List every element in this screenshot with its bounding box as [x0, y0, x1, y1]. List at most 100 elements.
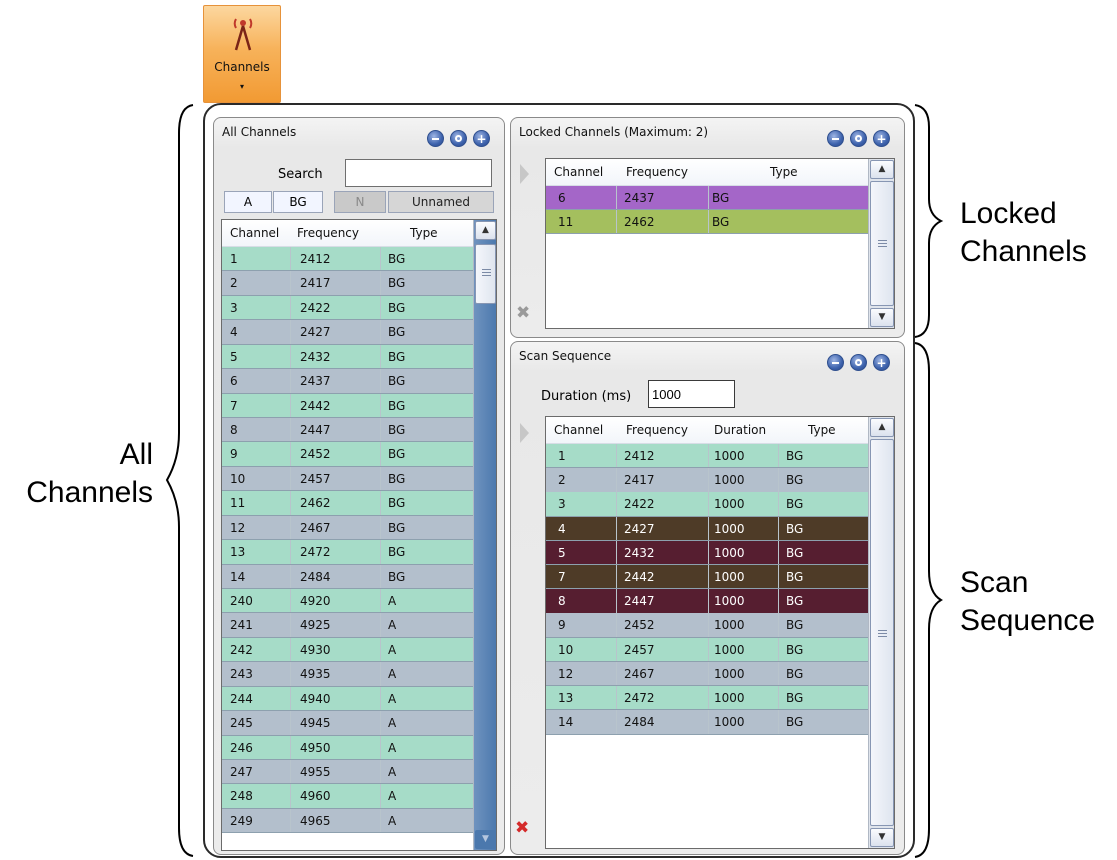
filter-a-toggle[interactable]: A — [224, 191, 272, 213]
table-row[interactable]: 12 2467 1000 BG — [546, 661, 868, 687]
table-row[interactable]: 5 2432 1000 BG — [546, 540, 868, 566]
search-label: Search — [278, 167, 323, 182]
table-row[interactable]: 1 2412 BG — [222, 247, 473, 272]
remove-icon[interactable]: ✖ — [516, 303, 530, 323]
table-cell: 7 — [230, 398, 238, 413]
table-cell: 6 — [230, 374, 238, 389]
filter-n-toggle[interactable]: N — [334, 191, 386, 213]
channels-label: Channels — [214, 60, 270, 74]
table-cell: A — [388, 642, 397, 657]
table-row[interactable]: 9 2452 1000 BG — [546, 613, 868, 638]
scroll-thumb[interactable] — [475, 244, 496, 304]
play-icon[interactable] — [520, 164, 529, 184]
add-icon[interactable]: + — [473, 130, 490, 147]
table-row[interactable]: 11 2462 BG — [546, 210, 868, 235]
table-cell: A — [388, 618, 397, 633]
table-cell: 14 — [230, 569, 246, 584]
minimize-icon[interactable] — [827, 130, 844, 147]
scrollbar[interactable]: ▲ ▼ — [868, 417, 894, 848]
scroll-thumb[interactable] — [870, 181, 894, 306]
table-cell: BG — [786, 666, 804, 681]
table-cell: 2427 — [300, 325, 331, 340]
table-row[interactable]: 9 2452 BG — [222, 442, 473, 467]
table-row[interactable]: 248 4960 A — [222, 784, 473, 809]
table-row[interactable]: 3 2422 BG — [222, 295, 473, 321]
table-cell: 2472 — [624, 691, 655, 705]
table-row[interactable]: 12 2467 BG — [222, 515, 473, 541]
antenna-icon — [233, 18, 253, 51]
add-icon[interactable]: + — [873, 130, 890, 147]
table-row[interactable]: 5 2432 BG — [222, 344, 473, 370]
table-cell: 8 — [230, 423, 238, 437]
remove-icon[interactable]: ✖ — [515, 818, 529, 838]
table-cell: 2422 — [624, 497, 655, 512]
filter-bg-toggle[interactable]: BG — [273, 191, 323, 213]
scroll-up-button[interactable]: ▲ — [475, 221, 496, 240]
restore-icon[interactable] — [850, 130, 867, 147]
table-row[interactable]: 14 2484 1000 BG — [546, 710, 868, 735]
duration-input[interactable] — [648, 380, 735, 408]
table-row[interactable]: 6 2437 BG — [546, 186, 868, 211]
table-row[interactable]: 245 4945 A — [222, 711, 473, 736]
minimize-icon[interactable] — [427, 130, 444, 147]
annotation-line: Sequence — [960, 604, 1096, 637]
table-row[interactable]: 7 2442 BG — [222, 393, 473, 418]
table-header: Channel Frequency Duration Type — [546, 417, 868, 444]
table-row[interactable]: 243 4935 A — [222, 662, 473, 687]
left-brace — [165, 104, 194, 857]
table-row[interactable]: 10 2457 1000 BG — [546, 637, 868, 662]
scroll-down-button[interactable]: ▼ — [475, 830, 496, 849]
table-cell: BG — [786, 715, 804, 730]
table-row[interactable]: 10 2457 BG — [222, 466, 473, 492]
table-row[interactable]: 3 2422 1000 BG — [546, 492, 868, 517]
table-cell: 247 — [230, 765, 253, 780]
table-cell: 2447 — [624, 594, 655, 609]
table-cell: 2442 — [300, 398, 331, 413]
scroll-thumb[interactable] — [870, 439, 894, 826]
minimize-icon[interactable] — [827, 354, 844, 371]
restore-icon[interactable] — [450, 130, 467, 147]
table-row[interactable]: 247 4955 A — [222, 760, 473, 785]
play-icon[interactable] — [520, 423, 529, 443]
table-cell: 10 — [230, 471, 246, 486]
table-row[interactable]: 14 2484 BG — [222, 564, 473, 589]
table-row[interactable]: 4 2427 BG — [222, 320, 473, 345]
table-row[interactable]: 2 2417 BG — [222, 271, 473, 296]
table-row[interactable]: 13 2472 BG — [222, 540, 473, 565]
table-row[interactable]: 6 2437 BG — [222, 369, 473, 394]
add-icon[interactable]: + — [873, 354, 890, 371]
table-row[interactable]: 242 4930 A — [222, 637, 473, 663]
scroll-up-button[interactable]: ▲ — [870, 160, 894, 179]
table-cell: 3 — [230, 300, 238, 315]
table-row[interactable]: 1 2412 1000 BG — [546, 444, 868, 469]
search-input[interactable] — [345, 159, 492, 187]
table-row[interactable]: 11 2462 BG — [222, 491, 473, 516]
scroll-up-button[interactable]: ▲ — [870, 418, 894, 437]
table-row[interactable]: 2 2417 1000 BG — [546, 468, 868, 493]
table-cell: 243 — [230, 667, 253, 682]
table-row[interactable]: 8 2447 1000 BG — [546, 589, 868, 614]
table-row[interactable]: 8 2447 BG — [222, 418, 473, 443]
table-row[interactable]: 246 4950 A — [222, 735, 473, 760]
scroll-down-button[interactable]: ▼ — [870, 308, 894, 327]
table-cell: 242 — [230, 642, 253, 657]
scrollbar[interactable]: ▲ ▼ — [473, 220, 496, 850]
restore-icon[interactable] — [850, 354, 867, 371]
table-cell: 4 — [558, 521, 566, 536]
table-row[interactable]: 7 2442 1000 BG — [546, 565, 868, 590]
col-frequency-header: Frequency — [626, 165, 688, 179]
table-cell: BG — [786, 570, 804, 584]
table-cell: 10 — [558, 642, 574, 657]
channels-ribbon-button[interactable]: Channels ▾ — [203, 5, 281, 103]
filter-unnamed-toggle[interactable]: Unnamed — [388, 191, 494, 213]
table-row[interactable]: 241 4925 A — [222, 613, 473, 638]
scroll-down-button[interactable]: ▼ — [870, 828, 894, 847]
table-row[interactable]: 240 4920 A — [222, 589, 473, 614]
table-cell: 2417 — [624, 473, 655, 488]
table-cell: 2452 — [624, 618, 655, 633]
table-row[interactable]: 249 4965 A — [222, 808, 473, 834]
table-row[interactable]: 13 2472 1000 BG — [546, 686, 868, 711]
scrollbar[interactable]: ▲ ▼ — [868, 159, 894, 328]
table-row[interactable]: 4 2427 1000 BG — [546, 516, 868, 541]
table-row[interactable]: 244 4940 A — [222, 686, 473, 712]
